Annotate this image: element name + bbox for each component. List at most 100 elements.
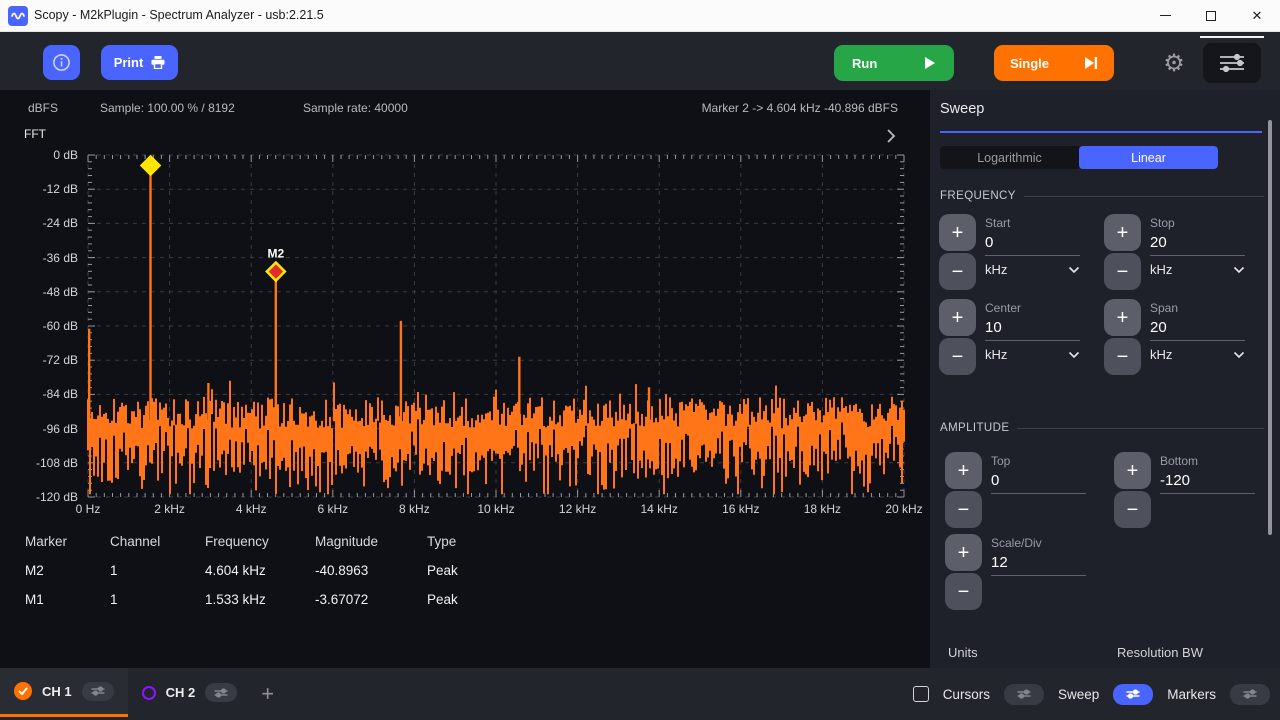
marker-table: MarkerChannelFrequencyMagnitudeTypeM214.… (25, 534, 545, 607)
scale-div-increment-button[interactable]: + (945, 534, 982, 571)
channel-tab-1[interactable]: CH 1 (0, 668, 128, 717)
info-button[interactable] (43, 45, 80, 80)
markers-menu-button[interactable] (1230, 684, 1270, 705)
gear-icon[interactable]: ⚙ (1160, 50, 1188, 78)
stop-value[interactable]: 20 (1150, 234, 1245, 256)
scale-div-value[interactable]: 12 (991, 554, 1086, 576)
start-unit-dropdown[interactable]: kHz (985, 262, 1080, 277)
run-button[interactable]: Run (834, 45, 954, 81)
y-tick-label: -12 dB (0, 182, 78, 196)
bottom-label: Bottom (1160, 454, 1255, 468)
bottom-increment-button[interactable]: + (1114, 452, 1151, 489)
marker-table-header: Type (427, 534, 497, 549)
center-decrement-button[interactable]: − (939, 338, 976, 375)
panel-scrollbar[interactable] (1268, 120, 1272, 535)
y-tick-label: -72 dB (0, 353, 78, 367)
y-tick-label: -96 dB (0, 422, 78, 436)
x-tick-label: 16 kHz (722, 502, 759, 516)
spinbox-stop: + − Stop 20 kHz (1104, 214, 1269, 290)
spinbox-top: + − Top 0 (945, 452, 1114, 528)
y-tick-label: -48 dB (0, 285, 78, 299)
marker-table-cell: -3.67072 (315, 592, 427, 607)
spinbox-scale-div: + − Scale/Div 12 (945, 534, 1114, 610)
spectrum-canvas[interactable]: M2 (88, 155, 904, 497)
span-label: Span (1150, 301, 1245, 315)
start-increment-button[interactable]: + (939, 214, 976, 251)
cursors-menu-button[interactable] (1004, 684, 1044, 705)
channel-1-enabled-checkbox[interactable] (14, 682, 32, 700)
scale-div-label: Scale/Div (991, 536, 1086, 550)
scale-div-decrement-button[interactable]: − (945, 573, 982, 610)
cursors-checkbox[interactable] (913, 686, 929, 702)
y-tick-label: -24 dB (0, 216, 78, 230)
chevron-right-icon[interactable] (886, 128, 896, 149)
add-channel-button[interactable]: + (261, 681, 274, 707)
top-increment-button[interactable]: + (945, 452, 982, 489)
scale-option-logarithmic[interactable]: Logarithmic (940, 146, 1079, 169)
sliders-icon (1218, 53, 1246, 73)
maximize-button[interactable] (1188, 0, 1234, 31)
center-value[interactable]: 10 (985, 319, 1080, 341)
markers-label: Markers (1167, 687, 1216, 702)
start-decrement-button[interactable]: − (939, 253, 976, 290)
span-increment-button[interactable]: + (1104, 299, 1141, 336)
amplitude-section-header: AMPLITUDE (940, 422, 1264, 434)
minimize-button[interactable] (1142, 0, 1188, 31)
x-tick-label: 4 kHz (236, 502, 267, 516)
marker-M1 (142, 156, 160, 174)
span-unit-dropdown[interactable]: kHz (1150, 347, 1245, 362)
bottom-bar: CH 1 CH 2 + Cursors Sweep Markers (0, 668, 1280, 720)
x-tick-label: 10 kHz (477, 502, 514, 516)
start-unit: kHz (985, 262, 1007, 277)
span-unit: kHz (1150, 347, 1172, 362)
marker-table-cell: 4.604 kHz (205, 563, 315, 578)
start-label: Start (985, 216, 1080, 230)
y-tick-label: -36 dB (0, 251, 78, 265)
y-tick-label: 0 dB (0, 148, 78, 162)
panel-title: Sweep (940, 101, 984, 117)
stop-unit: kHz (1150, 262, 1172, 277)
sweep-settings-panel: Sweep LogarithmicLinear FREQUENCY + − St… (930, 90, 1280, 668)
resolution-bw-label: Resolution BW (1117, 645, 1203, 660)
channel-2-settings-button[interactable] (205, 683, 237, 702)
spinbox-bottom: + − Bottom -120 (1114, 452, 1269, 528)
bottom-value[interactable]: -120 (1160, 472, 1255, 494)
panel-toggle-button[interactable] (1203, 43, 1261, 83)
single-button[interactable]: Single (994, 45, 1114, 81)
sweep-label: Sweep (1058, 687, 1099, 702)
marker-table-cell: Peak (427, 563, 497, 578)
span-decrement-button[interactable]: − (1104, 338, 1141, 375)
span-value[interactable]: 20 (1150, 319, 1245, 341)
marker-readout: Marker 2 -> 4.604 kHz -40.896 dBFS (702, 101, 898, 115)
bottom-decrement-button[interactable]: − (1114, 491, 1151, 528)
chevron-down-icon (1233, 262, 1245, 277)
marker-table-cell: -40.8963 (315, 563, 427, 578)
toolbar: Print Run Single ⚙ (0, 32, 1280, 90)
channel-2-label: CH 2 (166, 685, 196, 700)
sample-rate-label: Sample rate: 40000 (303, 101, 408, 115)
y-axis-labels: 0 dB-12 dB-24 dB-36 dB-48 dB-60 dB-72 dB… (0, 90, 80, 510)
top-decrement-button[interactable]: − (945, 491, 982, 528)
tool-indicator-line (1200, 36, 1264, 38)
start-value[interactable]: 0 (985, 234, 1080, 256)
top-value[interactable]: 0 (991, 472, 1086, 494)
close-button[interactable]: ✕ (1234, 0, 1280, 31)
stop-decrement-button[interactable]: − (1104, 253, 1141, 290)
print-button[interactable]: Print (101, 45, 178, 80)
center-unit-dropdown[interactable]: kHz (985, 347, 1080, 362)
marker-table-header: Marker (25, 534, 110, 549)
sweep-menu-button[interactable] (1113, 684, 1153, 705)
x-tick-label: 18 kHz (804, 502, 841, 516)
spinbox-center: + − Center 10 kHz (939, 299, 1104, 375)
top-label: Top (991, 454, 1086, 468)
stop-increment-button[interactable]: + (1104, 214, 1141, 251)
center-increment-button[interactable]: + (939, 299, 976, 336)
x-tick-label: 12 kHz (559, 502, 596, 516)
scale-option-linear[interactable]: Linear (1079, 146, 1218, 169)
chevron-down-icon (1068, 262, 1080, 277)
channel-1-settings-button[interactable] (82, 682, 114, 701)
channel-2-enabled-checkbox[interactable] (142, 686, 156, 700)
stop-unit-dropdown[interactable]: kHz (1150, 262, 1245, 277)
y-tick-label: -84 dB (0, 387, 78, 401)
channel-tab-2[interactable]: CH 2 (128, 668, 252, 717)
